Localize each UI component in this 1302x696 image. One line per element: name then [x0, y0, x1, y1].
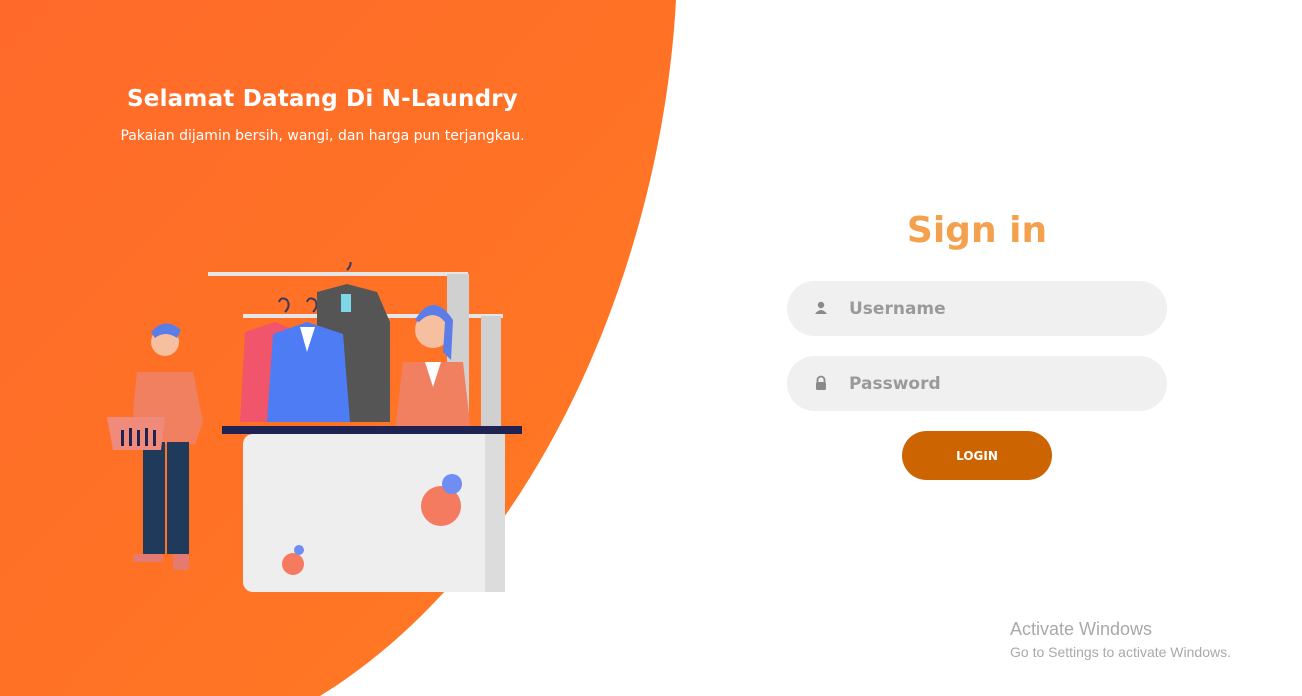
hero-title: Selamat Datang Di N-Laundry: [127, 86, 518, 112]
password-field[interactable]: [787, 356, 1167, 411]
user-icon: [815, 301, 827, 314]
watermark-title: Activate Windows: [1010, 619, 1153, 639]
username-input[interactable]: [849, 281, 1149, 336]
password-input[interactable]: [849, 356, 1149, 411]
signin-title: Sign in: [906, 210, 1048, 251]
lock-icon: [816, 375, 826, 390]
hero-subtitle: Pakaian dijamin bersih, wangi, dan harga…: [120, 128, 525, 144]
login-button[interactable]: LOGIN: [902, 431, 1052, 480]
activate-windows-watermark: Activate Windows Go to Settings to activ…: [1010, 619, 1231, 660]
laundry-shop-illustration: [107, 262, 522, 592]
signin-form: Sign in LOGIN: [787, 0, 1167, 696]
watermark-subtitle: Go to Settings to activate Windows.: [1010, 644, 1231, 660]
username-field[interactable]: [787, 281, 1167, 336]
hero-section: Selamat Datang Di N-Laundry Pakaian dija…: [0, 0, 645, 200]
